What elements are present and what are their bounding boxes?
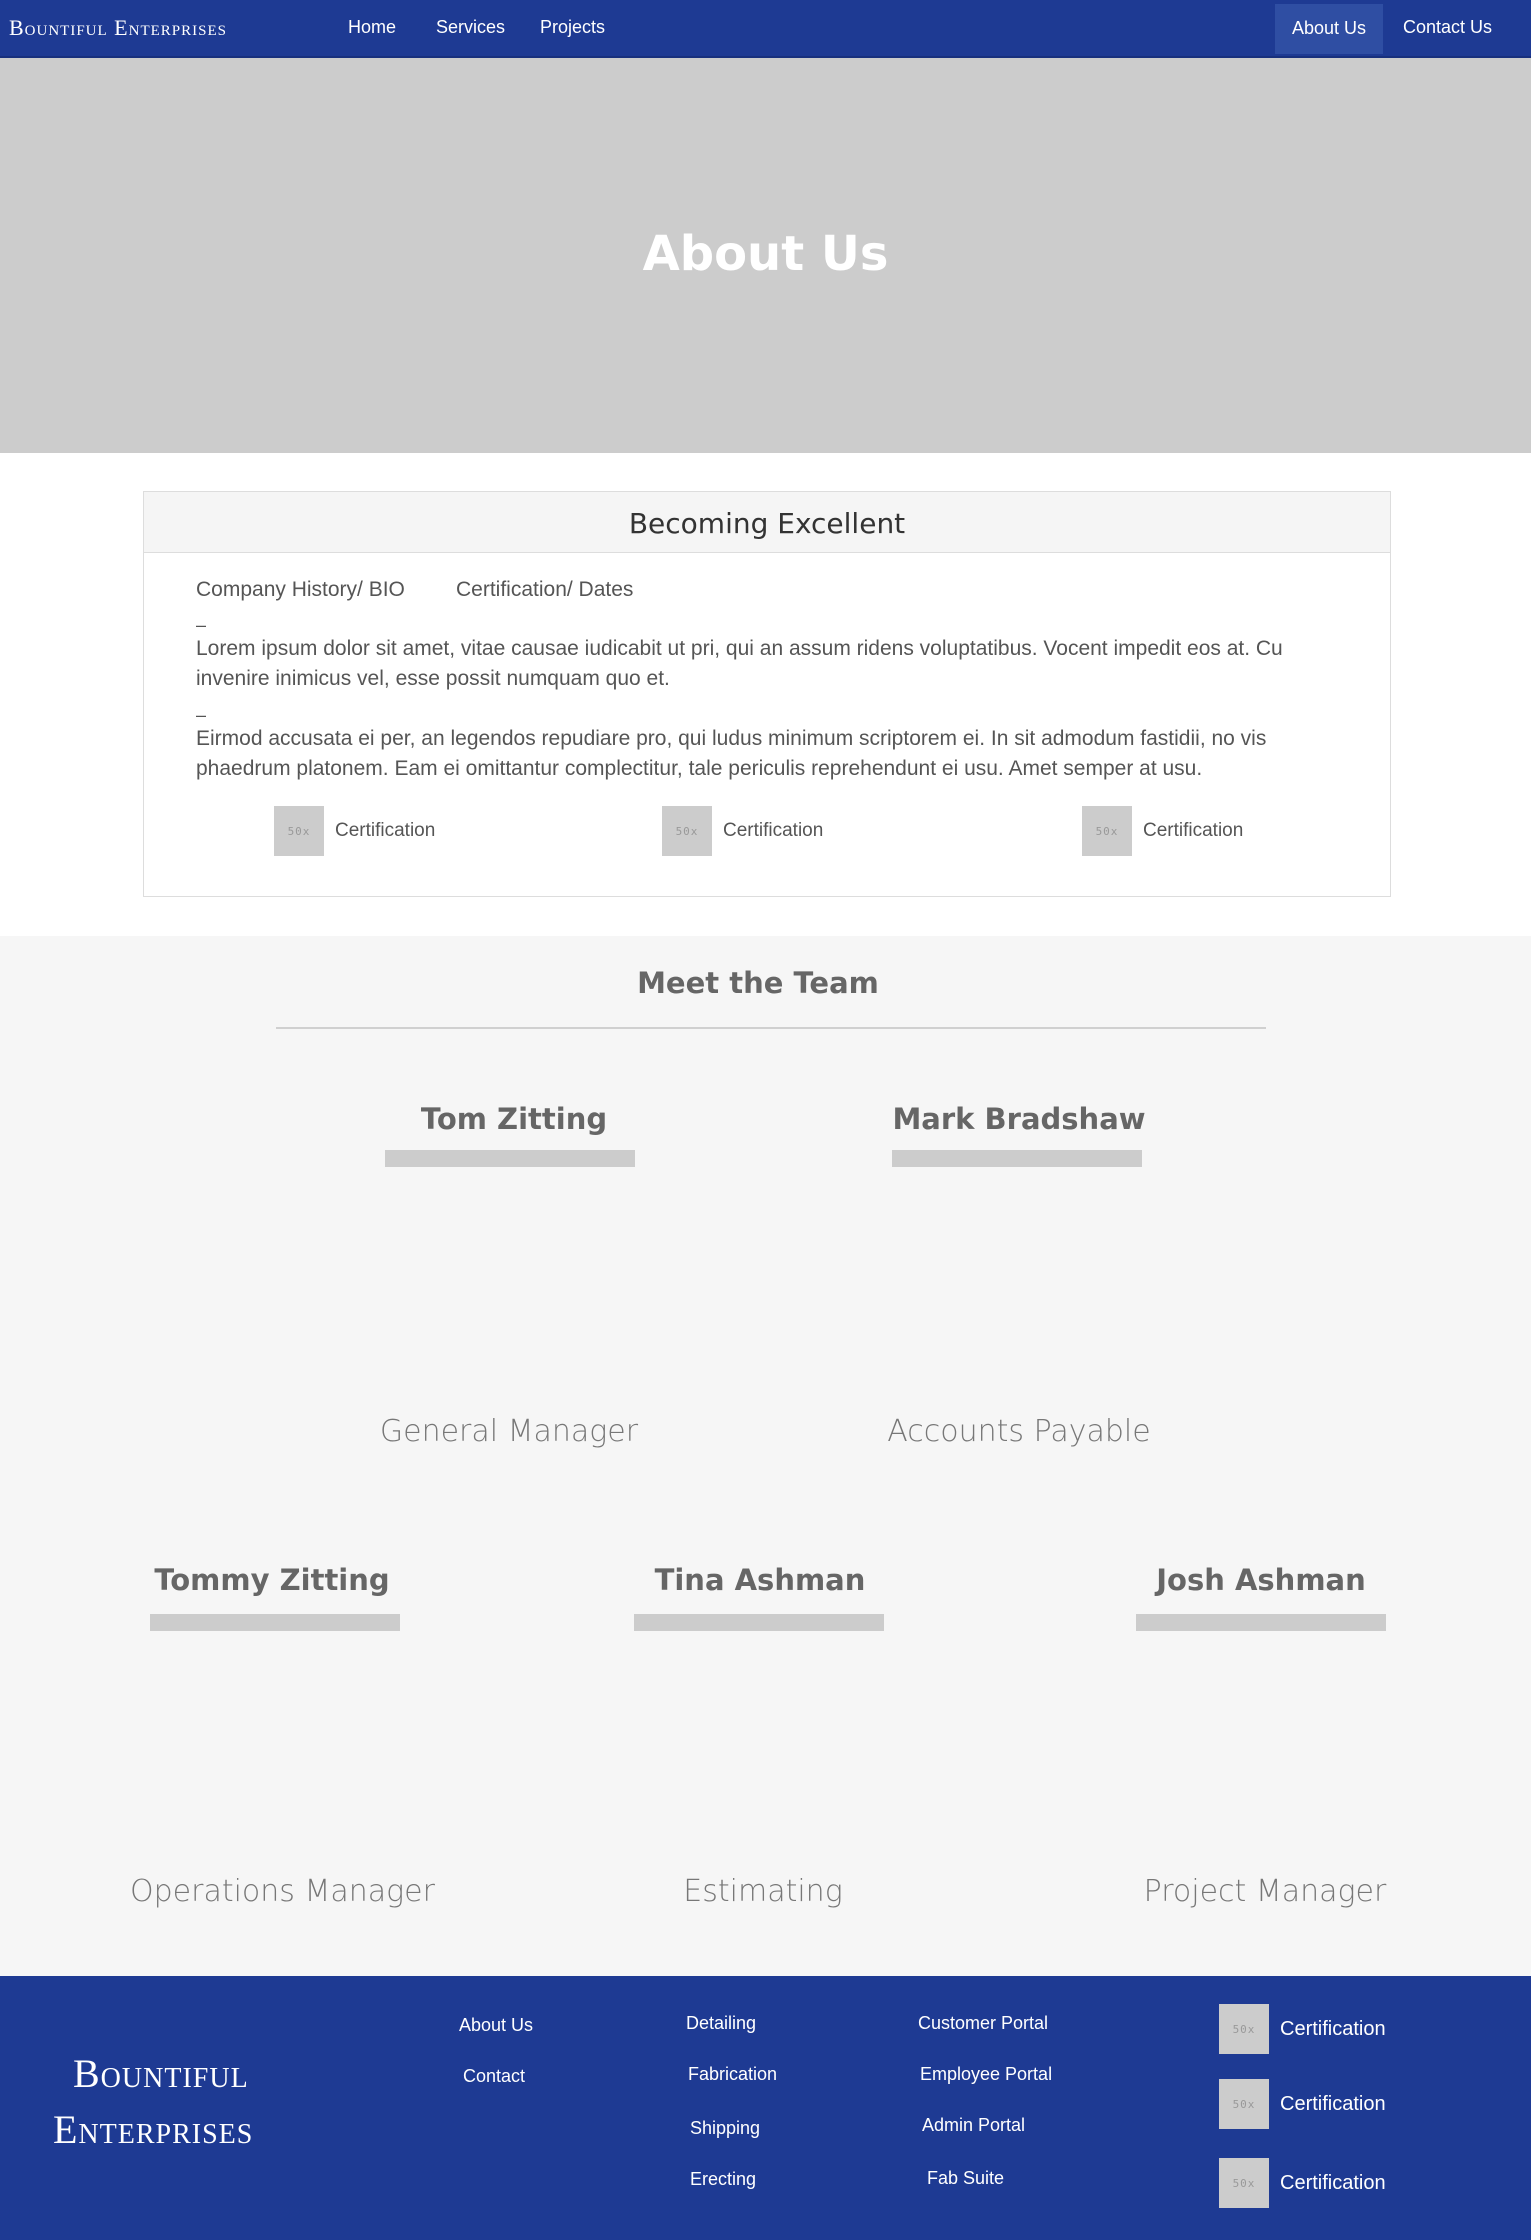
footer: Bountiful Enterprises About Us Contact D… — [0, 1976, 1531, 2240]
nav-link-contact-us[interactable]: Contact Us — [1403, 17, 1492, 38]
footer-certification-label: Certification — [1280, 2093, 1386, 2115]
panel-title: Becoming Excellent — [628, 507, 906, 540]
footer-link-shipping[interactable]: Shipping — [690, 2118, 760, 2139]
certification-thumbnail: 50x — [1219, 2158, 1269, 2208]
hero-title: About Us — [642, 226, 889, 282]
member-role: General Manager — [379, 1414, 639, 1449]
member-role: Estimating — [683, 1874, 843, 1909]
member-photo-placeholder — [634, 1614, 884, 1631]
footer-link-fab-suite[interactable]: Fab Suite — [927, 2168, 1004, 2189]
footer-link-admin-portal[interactable]: Admin Portal — [922, 2115, 1025, 2136]
certification-thumbnail: 50x — [274, 806, 324, 856]
footer-link-about-us[interactable]: About Us — [459, 2015, 533, 2036]
member-photo-placeholder — [150, 1614, 400, 1631]
member-role: Operations Manager — [130, 1874, 435, 1909]
member-photo-placeholder — [892, 1150, 1142, 1167]
member-name: Mark Bradshaw — [892, 1102, 1146, 1136]
member-name: Josh Ashman — [1156, 1563, 1366, 1597]
team-section-title: Meet the Team — [637, 966, 879, 1000]
footer-brand-line1[interactable]: Bountiful — [73, 2050, 249, 2097]
certification-label: Certification — [335, 820, 436, 841]
footer-link-detailing[interactable]: Detailing — [686, 2013, 756, 2034]
member-name: Tina Ashman — [654, 1563, 866, 1597]
member-name: Tommy Zitting — [154, 1563, 390, 1597]
about-panel: Becoming Excellent Company History/ BIO … — [143, 491, 1391, 897]
nav-link-home[interactable]: Home — [348, 17, 396, 38]
member-role: Project Manager — [1143, 1874, 1387, 1909]
top-navbar: Bountiful Enterprises Home Services Proj… — [0, 0, 1531, 58]
certification-label: Certification — [1143, 820, 1244, 841]
paragraph-text: Lorem ipsum dolor sit amet, vitae causae… — [196, 637, 1283, 690]
paragraph-text: Eirmod accusata ei per, an legendos repu… — [196, 727, 1267, 780]
certification-thumbnail: 50x — [662, 806, 712, 856]
nav-link-services[interactable]: Services — [436, 17, 505, 38]
footer-certification-label: Certification — [1280, 2018, 1386, 2040]
footer-certification-label: Certification — [1280, 2172, 1386, 2194]
certification-label: Certification — [723, 820, 824, 841]
nav-link-about-us[interactable]: About Us — [1292, 18, 1366, 39]
footer-link-contact[interactable]: Contact — [463, 2066, 525, 2087]
certification-thumbnail: 50x — [1082, 806, 1132, 856]
member-name: Tom Zitting — [420, 1102, 608, 1136]
paragraph-dash: – — [196, 615, 207, 635]
member-photo-placeholder — [1136, 1614, 1386, 1631]
certification-thumbnail: 50x — [1219, 2079, 1269, 2129]
member-role: Accounts Payable — [887, 1414, 1151, 1449]
footer-brand-line2[interactable]: Enterprises — [53, 2106, 253, 2153]
panel-header: Becoming Excellent — [144, 492, 1390, 553]
hero-banner: About Us — [0, 58, 1531, 453]
team-divider — [276, 1027, 1266, 1029]
footer-link-employee-portal[interactable]: Employee Portal — [920, 2064, 1052, 2085]
footer-link-customer-portal[interactable]: Customer Portal — [918, 2013, 1048, 2034]
footer-link-erecting[interactable]: Erecting — [690, 2169, 756, 2190]
member-photo-placeholder — [385, 1150, 635, 1167]
footer-link-fabrication[interactable]: Fabrication — [688, 2064, 777, 2085]
tab-company-history[interactable]: Company History/ BIO — [196, 578, 405, 602]
team-section: Meet the Team Tom Zitting General Manage… — [0, 936, 1531, 1976]
nav-link-projects[interactable]: Projects — [540, 17, 605, 38]
paragraph-dash: – — [196, 705, 207, 725]
brand-logo[interactable]: Bountiful Enterprises — [9, 15, 227, 41]
tab-certification-dates[interactable]: Certification/ Dates — [456, 578, 633, 602]
certification-thumbnail: 50x — [1219, 2004, 1269, 2054]
